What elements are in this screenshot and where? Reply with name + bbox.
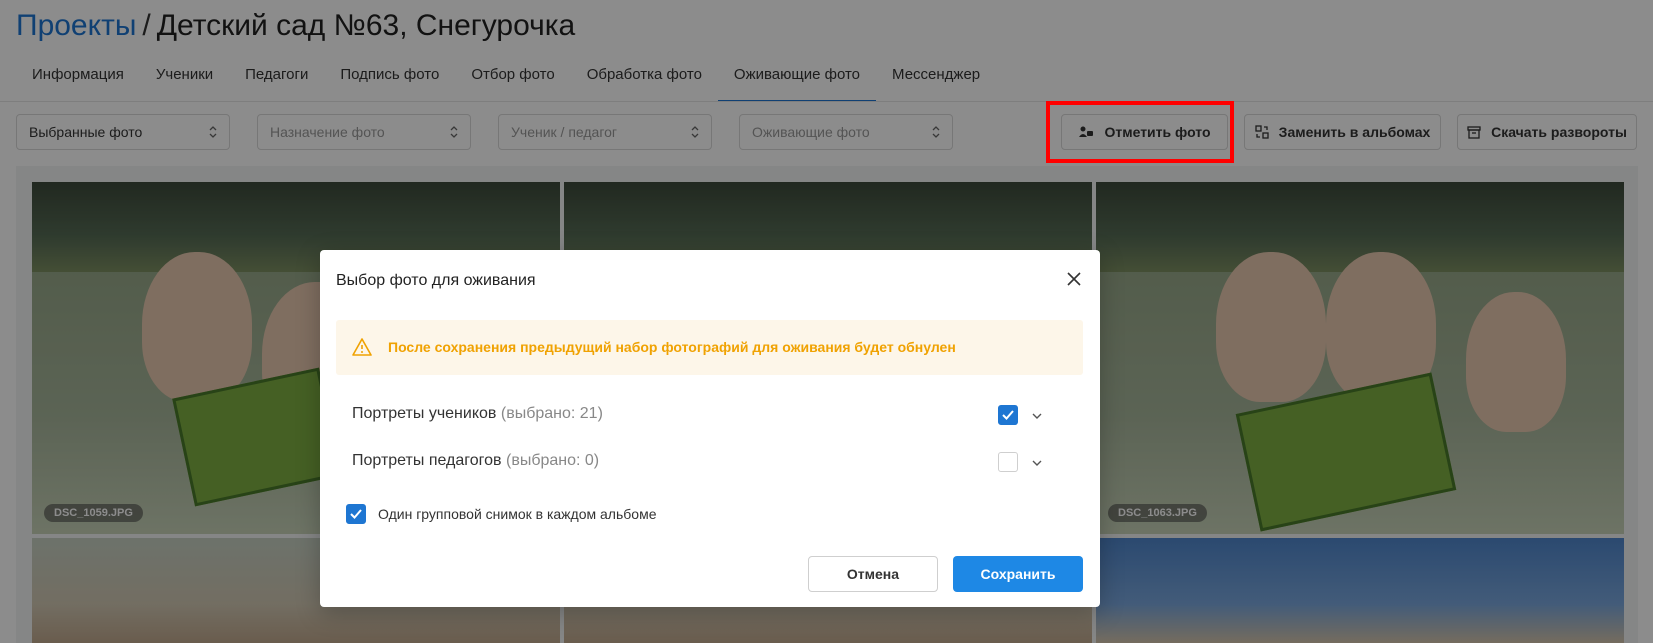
check-icon: [350, 509, 362, 519]
select-photos-modal: Выбор фото для оживания После сохранения…: [320, 250, 1100, 607]
mark-photo-highlight: [1046, 101, 1234, 163]
warning-alert: После сохранения предыдущий набор фотогр…: [336, 320, 1083, 375]
save-button[interactable]: Сохранить: [953, 556, 1083, 592]
teacher-portraits-row: Портреты педагогов (выбрано: 0): [352, 452, 599, 470]
warning-icon: [352, 338, 372, 356]
student-portraits-row: Портреты учеников (выбрано: 21): [352, 405, 603, 423]
warning-text: После сохранения предыдущий набор фотогр…: [388, 339, 956, 355]
student-portraits-count: (выбрано: 21): [500, 405, 603, 422]
teacher-portraits-count: (выбрано: 0): [505, 452, 600, 469]
teacher-portraits-label: Портреты педагогов: [352, 452, 502, 469]
teacher-portraits-checkbox[interactable]: [998, 452, 1018, 472]
student-portraits-checkbox[interactable]: [998, 405, 1018, 425]
modal-title: Выбор фото для оживания: [336, 272, 536, 289]
chevron-down-icon[interactable]: [1031, 412, 1043, 420]
check-icon: [1002, 410, 1014, 420]
cancel-button[interactable]: Отмена: [808, 556, 938, 592]
single-group-label: Один групповой снимок в каждом альбоме: [378, 506, 657, 522]
single-group-checkbox[interactable]: [346, 504, 366, 524]
student-portraits-label: Портреты учеников: [352, 405, 497, 422]
close-icon[interactable]: [1062, 267, 1086, 291]
chevron-down-icon[interactable]: [1031, 459, 1043, 467]
